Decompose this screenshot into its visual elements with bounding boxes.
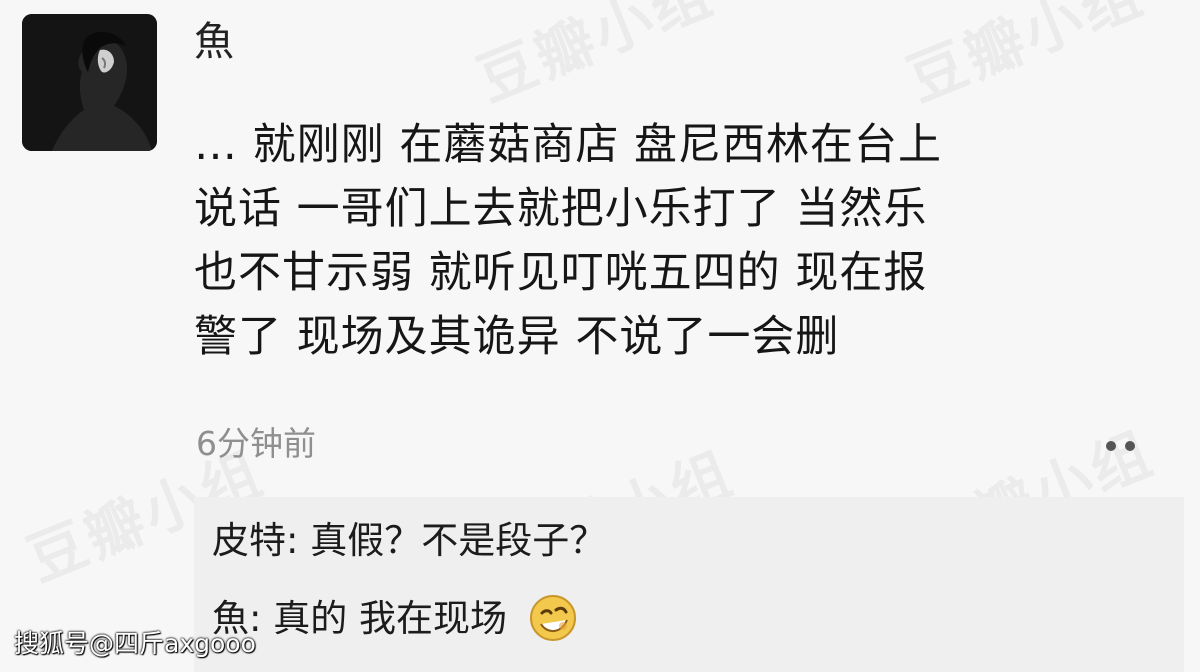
watermark: 豆瓣小组 bbox=[463, 0, 724, 117]
post-content: … 就刚刚 在蘑菇商店 盘尼西林在台上 说话 一哥们上去就把小乐打了 当然乐 也… bbox=[194, 120, 943, 362]
source-credit: 搜狐号@四斤axgooo bbox=[14, 629, 256, 658]
reply-text: 真的 我在现场 bbox=[273, 597, 507, 640]
reply-author[interactable]: 皮特 bbox=[212, 519, 286, 562]
avatar[interactable] bbox=[22, 14, 157, 151]
reply-text: 真假？不是段子？ bbox=[310, 519, 607, 562]
dot-icon bbox=[1105, 441, 1116, 451]
dot-icon bbox=[1124, 441, 1135, 451]
reply-list: 皮特: 真假？不是段子？ 魚: 真的 我在现场 bbox=[194, 497, 1184, 672]
more-options-button[interactable] bbox=[1090, 426, 1150, 466]
reply-item[interactable]: 魚: 真的 我在现场 bbox=[212, 593, 577, 645]
avatar-portrait-image bbox=[22, 14, 157, 151]
username[interactable]: 魚 bbox=[194, 16, 234, 68]
reply-separator: : bbox=[286, 519, 311, 562]
post-timestamp: 6分钟前 bbox=[196, 424, 316, 463]
reply-item[interactable]: 皮特: 真假？不是段子？ bbox=[212, 515, 606, 567]
watermark: 豆瓣小组 bbox=[893, 0, 1154, 117]
smirk-face-icon bbox=[529, 594, 577, 642]
